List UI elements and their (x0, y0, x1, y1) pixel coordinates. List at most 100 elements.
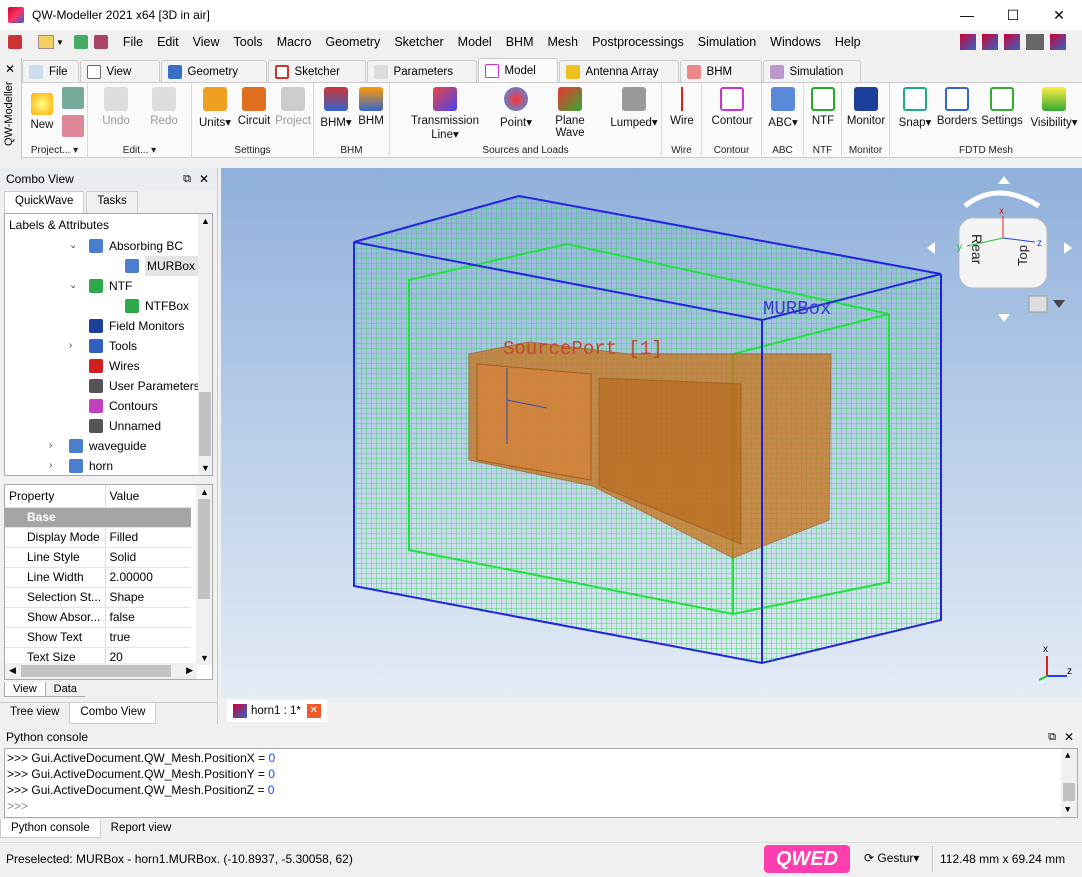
chevron-down-icon[interactable]: ⌄ (69, 236, 79, 256)
tab-tree-view[interactable]: Tree view (0, 703, 69, 724)
maximize-button[interactable]: ☐ (990, 0, 1036, 30)
circuit-button[interactable]: Circuit (236, 87, 272, 127)
menu-windows[interactable]: Windows (763, 30, 828, 54)
app-menu-icon[interactable] (8, 35, 22, 49)
units-button[interactable]: Units▾ (198, 87, 232, 129)
menu-bhm[interactable]: BHM (499, 30, 541, 54)
property-value[interactable]: true (105, 627, 191, 648)
tree-item-wires[interactable]: Wires (5, 356, 212, 376)
chevron-down-icon[interactable] (1053, 300, 1065, 308)
tab-geometry[interactable]: Geometry (160, 60, 267, 82)
menu-macro[interactable]: Macro (270, 30, 319, 54)
tree-item-absorbing-bc[interactable]: ⌄ Absorbing BC (5, 236, 212, 256)
point-button[interactable]: Point▾ (500, 87, 532, 129)
tree-item-field-monitors[interactable]: Field Monitors (5, 316, 212, 336)
menu-view[interactable]: View (186, 30, 227, 54)
save-icon[interactable] (73, 35, 88, 49)
save-as-icon[interactable] (62, 115, 84, 137)
menu-geometry[interactable]: Geometry (318, 30, 387, 54)
tab-report-view[interactable]: Report view (101, 819, 182, 838)
props-scrollbar[interactable]: ▲ ▼ (196, 485, 212, 665)
property-value[interactable]: Filled (105, 527, 191, 548)
bhm-button[interactable]: BHM (356, 87, 386, 127)
property-row[interactable]: Show Absor... false (5, 607, 191, 628)
undo-button[interactable]: Undo (96, 87, 136, 127)
bhm-dropdown-button[interactable]: BHM▾ (320, 87, 352, 129)
menu-mesh[interactable]: Mesh (540, 30, 585, 54)
tree-scrollbar[interactable]: ▲ ▼ (198, 214, 212, 475)
qwed-icon[interactable] (1026, 34, 1044, 50)
props-hscrollbar[interactable]: ◀ ▶ (5, 663, 197, 679)
rotate-arc-icon[interactable] (963, 190, 1041, 209)
transmission-line-button[interactable]: Transmission Line▾ (400, 87, 490, 141)
tree-item-horn[interactable]: › horn (5, 456, 212, 475)
navigation-style[interactable]: ⟳ Gestur▾ (864, 851, 919, 865)
lumped-button[interactable]: Lumped▾ (610, 87, 658, 129)
menu-simulation[interactable]: Simulation (691, 30, 763, 54)
workbench-icon[interactable] (1004, 34, 1020, 50)
property-row[interactable]: Display Mode Filled (5, 527, 191, 548)
tab-model[interactable]: Model (477, 58, 558, 82)
save-icon[interactable] (62, 87, 84, 109)
mesh-settings-button[interactable]: Settings (980, 87, 1024, 127)
tree-item-ntf[interactable]: ⌄ NTF (5, 276, 212, 296)
property-row[interactable]: Line Style Solid (5, 547, 191, 568)
save-as-icon[interactable] (93, 35, 108, 49)
tab-sketcher[interactable]: Sketcher (267, 60, 366, 82)
chevron-right-icon[interactable]: › (69, 336, 79, 356)
chevron-down-icon[interactable]: ▼ (56, 38, 64, 47)
tree-item-ntfbox[interactable]: NTFBox (5, 296, 212, 316)
tree-item-user-parameters[interactable]: User Parameters (5, 376, 212, 396)
menu-edit[interactable]: Edit (150, 30, 186, 54)
console-prompt[interactable]: >>> (7, 798, 1075, 814)
arrow-right-icon[interactable] (1064, 242, 1072, 254)
abc-button[interactable]: ABC▾ (766, 87, 800, 129)
tab-combo-view[interactable]: Combo View (69, 703, 157, 724)
tab-data[interactable]: Data (45, 682, 85, 697)
arrow-left-icon[interactable] (927, 242, 935, 254)
menu-postprocessings[interactable]: Postprocessings (585, 30, 691, 54)
redo-button[interactable]: Redo (144, 87, 184, 127)
snap-button[interactable]: Snap▾ (898, 87, 932, 129)
project-settings-button[interactable]: Project (274, 87, 312, 127)
property-value[interactable]: false (105, 607, 191, 628)
property-row[interactable]: Line Width 2.00000 (5, 567, 191, 588)
tree-item-waveguide[interactable]: › waveguide (5, 436, 212, 456)
tree-item-murbox[interactable]: MURBox (5, 256, 212, 276)
ntf-button[interactable]: NTF (808, 87, 838, 127)
view-menu-icon[interactable] (1028, 295, 1048, 313)
plane-wave-button[interactable]: Plane Wave (540, 87, 600, 139)
property-value[interactable]: 2.00000 (105, 567, 191, 588)
chevron-right-icon[interactable]: › (49, 456, 59, 475)
navcube-top-face[interactable]: Top (1015, 245, 1030, 266)
tree-item-contours[interactable]: Contours (5, 396, 212, 416)
monitor-button[interactable]: Monitor (844, 87, 888, 127)
float-icon[interactable]: ⧉ (1048, 731, 1056, 744)
open-icon[interactable] (38, 35, 54, 49)
menu-sketcher[interactable]: Sketcher (387, 30, 450, 54)
chevron-right-icon[interactable]: › (49, 436, 59, 456)
workbench-icon[interactable] (1050, 34, 1066, 50)
tab-file[interactable]: File (22, 60, 79, 82)
chevron-down-icon[interactable]: ⌄ (69, 276, 79, 296)
console-output[interactable]: >>> Gui.ActiveDocument.QW_Mesh.PositionX… (4, 748, 1078, 818)
tree-item-unnamed[interactable]: Unnamed (5, 416, 212, 436)
document-tab[interactable]: horn1 : 1* ✕ (227, 700, 327, 722)
tab-tasks[interactable]: Tasks (86, 191, 138, 213)
menu-model[interactable]: Model (451, 30, 499, 54)
close-icon[interactable]: ✕ (5, 62, 15, 76)
close-icon[interactable]: ✕ (199, 172, 209, 186)
workbench-icon[interactable] (982, 34, 998, 50)
navcube-rear-face[interactable]: Rear (969, 234, 985, 265)
tab-simulation[interactable]: Simulation (762, 60, 861, 82)
menu-help[interactable]: Help (828, 30, 868, 54)
workbench-icon[interactable] (960, 34, 976, 50)
3d-viewport[interactable]: MURBox SourcePort [1] Rear Top x z y x z (221, 168, 1082, 698)
visibility-button[interactable]: Visibility▾ (1028, 87, 1080, 129)
tab-view[interactable]: View (4, 682, 46, 697)
tab-bhm[interactable]: BHM (679, 60, 762, 82)
tab-python-console[interactable]: Python console (0, 819, 101, 838)
tab-quickwave[interactable]: QuickWave (4, 191, 85, 213)
contour-button[interactable]: Contour (708, 87, 756, 127)
tab-antenna-array[interactable]: Antenna Array (558, 60, 679, 82)
